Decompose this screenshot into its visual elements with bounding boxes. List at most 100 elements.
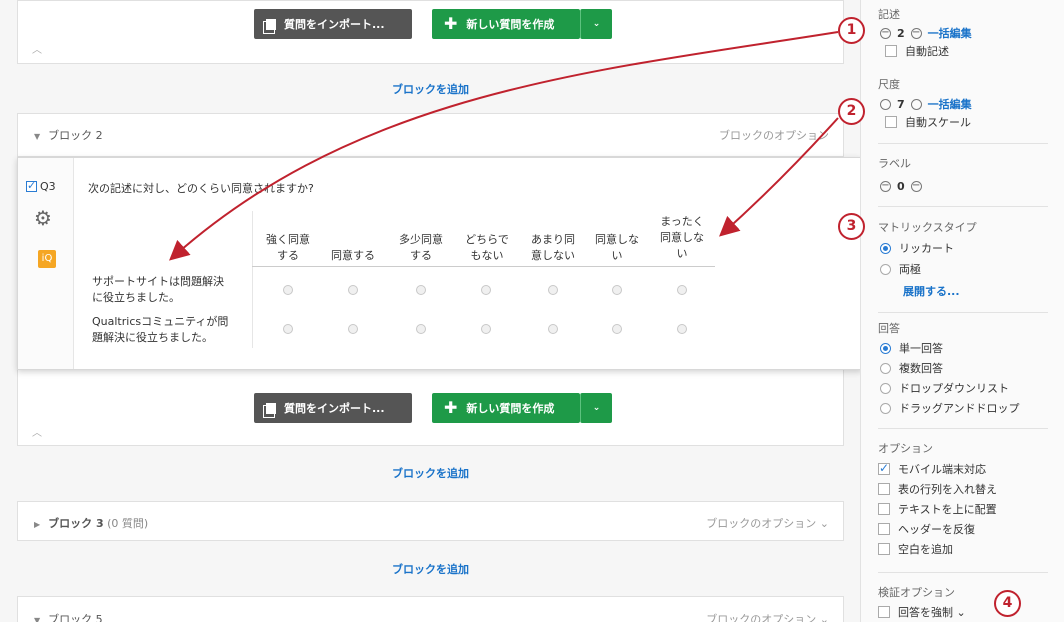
divider	[878, 572, 1048, 573]
block-options-menu[interactable]: ブロックのオプション ⌄	[706, 611, 829, 622]
matrix-radio[interactable]	[548, 324, 558, 334]
option-mobile-friendly[interactable]: モバイル端末対応	[878, 461, 986, 477]
matrix-radio[interactable]	[481, 285, 491, 295]
scale-count: 7	[897, 97, 905, 111]
checkbox[interactable]	[878, 543, 890, 555]
statement-label: サポートサイトは問題解決 に役立ちました。	[92, 275, 224, 304]
add-block-link[interactable]: ブロックを追加	[17, 81, 844, 97]
matrix-radio[interactable]	[283, 285, 293, 295]
add-block-link[interactable]: ブロックを追加	[17, 465, 844, 481]
matrix-radio[interactable]	[348, 285, 358, 295]
matrix-radio[interactable]	[677, 324, 687, 334]
block-1-footer: ︿	[17, 0, 844, 64]
callout-2: 2	[838, 98, 865, 125]
block-3-header: ▶ ブロック 3 (0 質問) ブロックのオプション ⌄	[17, 501, 844, 541]
create-question-dropdown[interactable]: ⌄	[580, 393, 612, 423]
answer-single[interactable]: 単一回答	[880, 340, 943, 356]
answer-dropdown[interactable]: ドロップダウンリスト	[880, 380, 1009, 396]
matrix-radio[interactable]	[416, 324, 426, 334]
divider	[878, 428, 1048, 429]
question-text[interactable]: 次の記述に対し、どのくらい同意されますか?	[88, 180, 314, 196]
create-question-button[interactable]: ✚ 新しい質問を作成	[432, 393, 580, 423]
block-options-menu[interactable]: ブロックのオプション	[719, 127, 829, 143]
option-text-above[interactable]: テキストを上に配置	[878, 501, 997, 517]
matrix-header: 強く同意 する 同意する 多少同意 する どちらで もない あまり同 意しない 同意しな…	[18, 208, 863, 268]
create-question-button[interactable]: ✚ 新しい質問を作成	[432, 9, 580, 39]
minus-icon[interactable]: −	[910, 27, 922, 39]
callout-3: 3	[838, 213, 865, 240]
radio[interactable]	[880, 402, 891, 414]
create-question-dropdown[interactable]: ⌄	[580, 9, 612, 39]
collapse-triangle-icon[interactable]: ▼	[34, 132, 40, 141]
validation-title: 検証オプション	[878, 586, 955, 599]
auto-scale-checkbox[interactable]	[885, 116, 897, 128]
option-repeat-headers[interactable]: ヘッダーを反復	[878, 521, 975, 537]
column-header: まったく 同意しない	[660, 215, 704, 260]
block-options-menu[interactable]: ブロックのオプション ⌄	[706, 515, 829, 531]
expand-matrix-types-link[interactable]: 展開する...	[903, 283, 960, 299]
checkbox[interactable]	[878, 483, 890, 495]
option-add-whitespace[interactable]: 空白を追加	[878, 541, 953, 557]
question-select-checkbox[interactable]	[26, 179, 37, 192]
column-header: どちらで もない	[465, 233, 509, 262]
column-header: 強く同意 する	[266, 233, 310, 262]
radio[interactable]	[880, 362, 891, 374]
collapse-triangle-icon[interactable]: ▼	[34, 616, 40, 622]
radio-selected[interactable]	[880, 242, 891, 254]
import-questions-button[interactable]: 質問をインポート...	[254, 9, 412, 39]
divider	[878, 206, 1048, 207]
checkbox[interactable]	[878, 606, 890, 618]
divider	[878, 312, 1048, 313]
minus-icon[interactable]: −	[880, 27, 891, 39]
statements-title: 記述	[878, 8, 900, 21]
chevron-down-icon: ⌄	[592, 403, 601, 413]
chevron-down-icon: ⌄	[592, 19, 601, 29]
checkbox[interactable]	[878, 523, 890, 535]
matrix-radio[interactable]	[677, 285, 687, 295]
plus-icon[interactable]	[910, 98, 922, 110]
expand-triangle-icon[interactable]: ▶	[34, 520, 40, 529]
minus-icon[interactable]: −	[880, 181, 891, 192]
plus-icon[interactable]: −	[910, 181, 922, 192]
add-block-link[interactable]: ブロックを追加	[17, 561, 844, 577]
question-q3[interactable]: Q3 ⚙ iQ 次の記述に対し、どのくらい同意されますか? 強く同意する 同意す…	[17, 157, 862, 370]
labels-count: 0	[897, 180, 905, 193]
matrix-radio[interactable]	[481, 324, 491, 334]
import-questions-button[interactable]: 質問をインポート...	[254, 393, 412, 423]
options-title: オプション	[878, 442, 933, 455]
matrix-type-title: マトリックスタイプ	[878, 221, 977, 234]
block-2-header: ▼ ブロック 2 ブロックのオプション	[17, 113, 844, 157]
matrix-type-likert[interactable]: リッカート	[880, 240, 954, 256]
matrix-radio[interactable]	[348, 324, 358, 334]
bulk-edit-scale-link[interactable]: 一括編集	[928, 96, 972, 112]
checkbox[interactable]	[878, 503, 890, 515]
option-transpose[interactable]: 表の行列を入れ替え	[878, 481, 997, 497]
radio[interactable]	[880, 382, 891, 394]
plus-icon: ✚	[444, 14, 458, 33]
collapse-chevron-icon[interactable]: ︿	[32, 424, 42, 439]
column-header: あまり同 意しない	[531, 233, 575, 262]
force-response-option[interactable]: 回答を強制 ⌄	[878, 604, 966, 620]
callout-1: 1	[838, 17, 865, 44]
matrix-divider	[252, 266, 715, 267]
matrix-type-bipolar[interactable]: 両極	[880, 261, 921, 277]
matrix-radio[interactable]	[416, 285, 426, 295]
checkbox-checked[interactable]	[878, 461, 890, 475]
minus-icon[interactable]	[880, 98, 891, 110]
statement-label: Qualtricsコミュニティが問 題解決に役立ちました。	[92, 315, 229, 344]
auto-statements-checkbox[interactable]	[885, 45, 897, 57]
matrix-radio[interactable]	[612, 324, 622, 334]
survey-editor: ︿ 質問をインポート... ✚ 新しい質問を作成 ⌄ ブロックを追加 ▼ ブロック…	[0, 0, 862, 622]
bulk-edit-statements-link[interactable]: 一括編集	[928, 25, 972, 41]
divider	[878, 143, 1048, 144]
answer-multiple[interactable]: 複数回答	[880, 360, 943, 376]
callout-4: 4	[994, 590, 1021, 617]
collapse-chevron-icon[interactable]: ︿	[32, 41, 42, 56]
matrix-radio[interactable]	[548, 285, 558, 295]
matrix-radio[interactable]	[283, 324, 293, 334]
radio[interactable]	[880, 263, 891, 275]
scale-title: 尺度	[878, 78, 900, 91]
answer-drag-drop[interactable]: ドラッグアンドドロップ	[880, 400, 1020, 416]
matrix-radio[interactable]	[612, 285, 622, 295]
radio-selected[interactable]	[880, 342, 891, 354]
